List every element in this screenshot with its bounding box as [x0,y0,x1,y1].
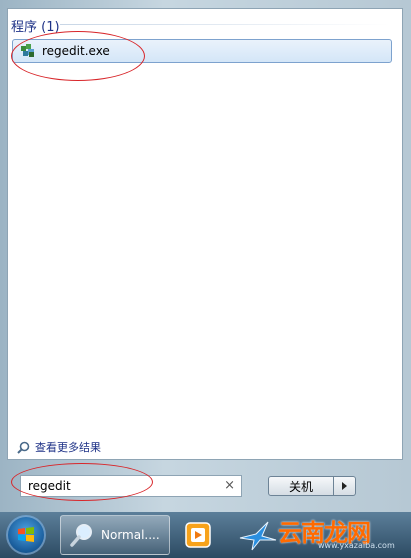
windows-logo-icon [18,527,34,542]
taskbar-item-normal[interactable]: Normal.... [60,515,170,555]
shutdown-control: 关机 [268,476,356,496]
shutdown-button[interactable]: 关机 [268,476,334,496]
start-button[interactable] [6,515,46,555]
see-more-label: 查看更多结果 [35,441,101,454]
highlight-oval-search [11,463,153,501]
see-more-results-link[interactable]: 查看更多结果 [17,439,101,455]
bird-app-icon[interactable] [238,520,278,552]
watermark-url: www.yxazaiba.com [318,541,395,550]
media-player-icon[interactable] [183,520,213,550]
start-menu: 程序 (1) regedit.exe 查看更多结果 × 关机 [0,0,411,512]
magnifier-icon [70,524,92,547]
clear-search-icon[interactable]: × [224,478,235,493]
group-divider [60,24,390,25]
taskbar-item-label: Normal.... [101,528,160,542]
chevron-right-icon [342,482,347,490]
shutdown-options-button[interactable] [334,476,356,496]
highlight-oval-result [11,31,145,81]
search-icon [17,441,30,454]
